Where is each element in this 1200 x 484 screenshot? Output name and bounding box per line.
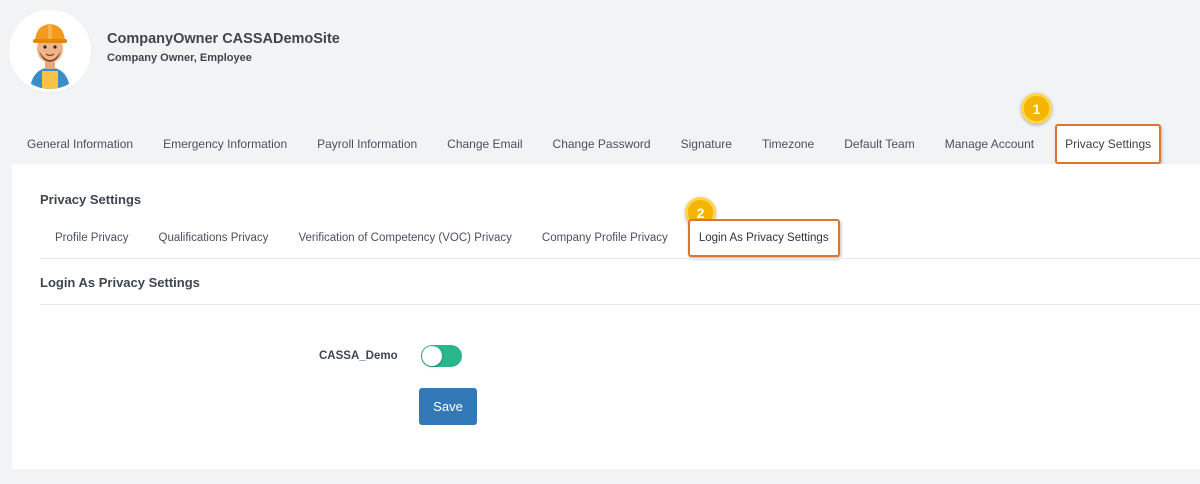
toggle-knob [421,346,442,366]
tab-payroll-information[interactable]: Payroll Information [302,137,432,151]
tab-login-as-privacy-settings[interactable]: Login As Privacy Settings [687,219,840,257]
tab-change-email[interactable]: Change Email [432,137,537,151]
section-title: Privacy Settings [40,192,142,207]
tab-change-password[interactable]: Change Password [538,137,666,151]
tab-default-team[interactable]: Default Team [829,137,929,151]
construction-worker-avatar-icon [12,13,88,89]
tab-general-information[interactable]: General Information [0,137,148,151]
divider [40,258,1200,259]
setting-label: CASSA_Demo [319,350,398,362]
setting-row: CASSA_Demo [319,345,462,367]
login-as-toggle[interactable] [420,345,462,367]
tab-profile-privacy[interactable]: Profile Privacy [40,232,144,244]
tab-qualifications-privacy[interactable]: Qualifications Privacy [144,232,284,244]
tab-privacy-settings[interactable]: Privacy Settings [1055,124,1162,164]
avatar[interactable] [12,13,88,89]
profile-role: Company Owner, Employee [107,51,252,64]
tab-company-profile-privacy[interactable]: Company Profile Privacy [527,232,683,244]
tab-voc-privacy[interactable]: Verification of Competency (VOC) Privacy [283,232,526,244]
profile-name: CompanyOwner CASSADemoSite [107,30,340,47]
tab-emergency-information[interactable]: Emergency Information [148,137,302,151]
tab-signature[interactable]: Signature [666,137,747,151]
privacy-settings-card: Privacy Settings 2 Profile Privacy Quali… [12,164,1200,469]
panel-title: Login As Privacy Settings [40,275,200,290]
profile-header: CompanyOwner CASSADemoSite Company Owner… [12,13,340,89]
callout-badge-1: 1 [1021,93,1052,124]
main-tab-bar: General Information Emergency Informatio… [0,124,1162,164]
tab-manage-account[interactable]: Manage Account [930,137,1049,151]
tab-timezone[interactable]: Timezone [747,137,829,151]
save-button[interactable]: Save [419,388,477,425]
privacy-sub-tab-bar: Profile Privacy Qualifications Privacy V… [40,218,840,258]
divider [40,304,1200,305]
